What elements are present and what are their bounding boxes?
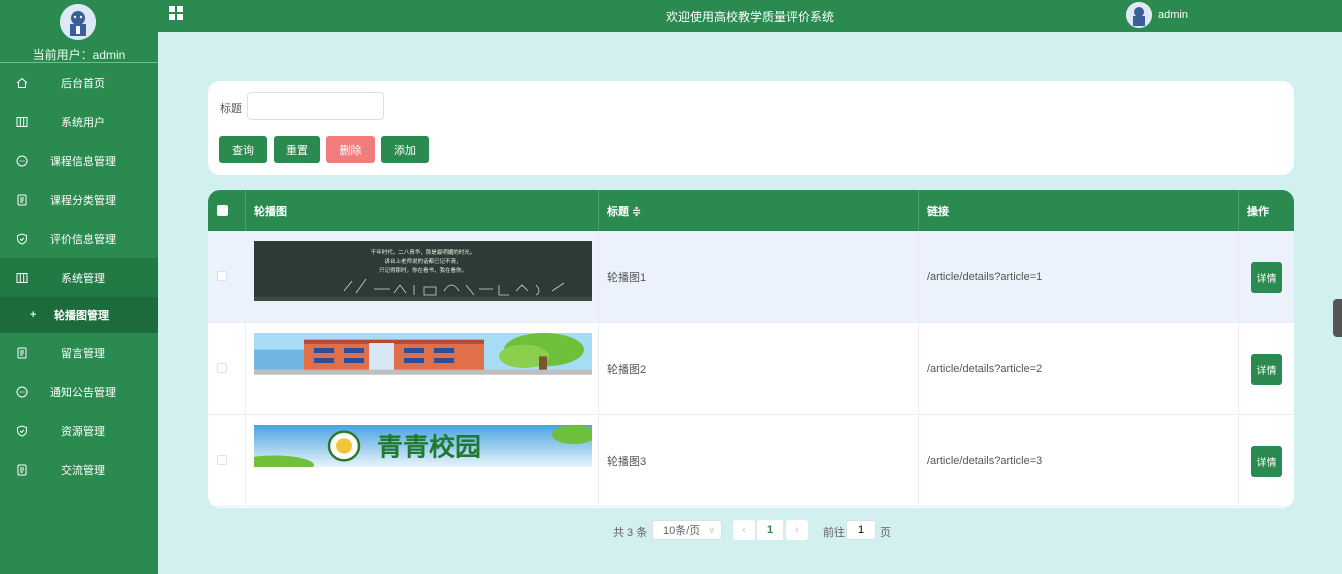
sidebar-item-home[interactable]: 后台首页 xyxy=(0,63,158,102)
sidebar-subitem-carousel[interactable]: + 轮播图管理 xyxy=(0,297,158,333)
link-cell: /article/details?article=2 xyxy=(919,323,1239,415)
title-cell: 轮播图3 xyxy=(599,415,919,507)
select-cell xyxy=(208,415,246,507)
banner-line-2: 讲台上老师说的话都已记不清， xyxy=(384,257,461,265)
data-table: 轮播图 标题 ≑ 链接 操作 千年时代，二八青华，那是最明媚的时光。 讲台上老师… xyxy=(208,190,1294,508)
sidebar-item-label: 资源管理 xyxy=(61,425,105,438)
select-cell xyxy=(208,323,246,415)
table-header: 轮播图 标题 ≑ 链接 操作 xyxy=(208,190,1294,231)
reset-button[interactable]: 重置 xyxy=(274,136,320,163)
detail-button[interactable]: 详情 xyxy=(1251,354,1282,385)
select-all-checkbox[interactable] xyxy=(217,205,228,216)
header-action: 操作 xyxy=(1247,205,1269,218)
sidebar-item-label: 系统用户 xyxy=(61,116,105,129)
delete-button[interactable]: 删除 xyxy=(326,136,375,163)
chevron-right-icon: › xyxy=(795,524,799,536)
header-image: 轮播图 xyxy=(246,190,599,231)
table-row: 千年时代，二八青华，那是最明媚的时光。 讲台上老师说的话都已记不清， 只记得那时… xyxy=(208,231,1294,323)
sidebar-menu: 后台首页 系统用户 课程信息管理 课程分类管理 评价信息管理 系统管理 + 轮播… xyxy=(0,63,158,489)
query-button[interactable]: 查询 xyxy=(219,136,267,163)
sidebar-item-label: 交流管理 xyxy=(61,464,105,477)
current-user-label: 当前用户：admin xyxy=(32,48,126,62)
detail-button[interactable]: 详情 xyxy=(1251,446,1282,477)
chevron-left-icon: ‹ xyxy=(742,524,746,536)
sidebar-item-resources[interactable]: 资源管理 xyxy=(0,411,158,450)
sidebar-item-label: 课程信息管理 xyxy=(50,155,116,168)
goto-label: 前往 xyxy=(823,527,845,539)
sidebar: 当前用户：admin 后台首页 系统用户 课程信息管理 课程分类管理 评价信息管… xyxy=(0,0,158,574)
sidebar-item-messages[interactable]: 留言管理 xyxy=(0,333,158,372)
sidebar-item-exchange[interactable]: 交流管理 xyxy=(0,450,158,489)
search-panel: 标题 查询 重置 删除 添加 xyxy=(208,81,1294,175)
banner-campus-text: 青青校园 xyxy=(377,432,481,461)
carousel-image-school-building xyxy=(254,333,592,375)
page-size-select[interactable]: 10条/页 ∨ xyxy=(652,520,722,540)
sidebar-item-evaluation[interactable]: 评价信息管理 xyxy=(0,219,158,258)
title-filter-input[interactable] xyxy=(247,92,384,120)
page-suffix-label: 页 xyxy=(880,527,891,539)
page-size-value: 10条/页 xyxy=(663,525,701,537)
sidebar-item-label: 系统管理 xyxy=(61,272,105,285)
goto-page-input[interactable] xyxy=(846,520,876,540)
sidebar-item-label: 评价信息管理 xyxy=(50,233,116,246)
detail-button[interactable]: 详情 xyxy=(1251,262,1282,293)
avatar xyxy=(60,4,96,40)
header-select-all[interactable] xyxy=(208,190,246,231)
carousel-image-green-campus: 青青校园 xyxy=(254,425,592,467)
select-cell xyxy=(208,231,246,323)
sidebar-item-label: 后台首页 xyxy=(61,77,105,90)
header-link: 链接 xyxy=(919,190,1239,231)
plus-icon: + xyxy=(30,309,37,321)
title-cell: 轮播图1 xyxy=(599,231,919,323)
title-filter-label: 标题 xyxy=(220,103,242,115)
banner-line-1: 千年时代，二八青华，那是最明媚的时光。 xyxy=(371,248,476,256)
title-cell: 轮播图2 xyxy=(599,323,919,415)
next-page-button[interactable]: › xyxy=(786,520,808,540)
link-cell: /article/details?article=3 xyxy=(919,415,1239,507)
top-bar: 欢迎使用高校教学质量评价系统 admin xyxy=(158,0,1342,32)
sidebar-subitem-label: 轮播图管理 xyxy=(54,310,109,322)
username-label[interactable]: admin xyxy=(1158,9,1188,21)
total-count: 共 3 条 xyxy=(613,527,648,539)
carousel-image-chalkboard: 千年时代，二八青华，那是最明媚的时光。 讲台上老师说的话都已记不清， 只记得那时… xyxy=(254,241,592,301)
sidebar-item-course-info[interactable]: 课程信息管理 xyxy=(0,141,158,180)
sidebar-item-notices[interactable]: 通知公告管理 xyxy=(0,372,158,411)
banner-line-3: 只记得那时，你在看书，我在看你。 xyxy=(379,266,467,274)
side-drawer-handle[interactable] xyxy=(1333,299,1342,337)
user-avatar[interactable] xyxy=(1126,2,1152,28)
sidebar-item-label: 通知公告管理 xyxy=(50,386,116,399)
header-title[interactable]: 标题 ≑ xyxy=(599,190,919,231)
page-number-current[interactable]: 1 xyxy=(757,520,783,540)
sidebar-item-system-users[interactable]: 系统用户 xyxy=(0,102,158,141)
prev-page-button[interactable]: ‹ xyxy=(733,520,755,540)
sidebar-item-label: 课程分类管理 xyxy=(50,194,116,207)
table-row: 轮播图2 /article/details?article=2 详情 xyxy=(208,323,1294,415)
link-cell: /article/details?article=1 xyxy=(919,231,1239,323)
sidebar-item-system-management[interactable]: 系统管理 xyxy=(0,258,158,297)
pagination: 共 3 条 10条/页 ∨ ‹ 1 › 前往 页 xyxy=(0,520,1342,540)
chevron-down-icon: ∨ xyxy=(708,524,715,535)
sidebar-item-label: 留言管理 xyxy=(61,347,105,360)
sidebar-item-course-category[interactable]: 课程分类管理 xyxy=(0,180,158,219)
add-button[interactable]: 添加 xyxy=(381,136,429,163)
table-row: 青青校园 轮播图3 /article/details?article=3 详情 xyxy=(208,415,1294,507)
